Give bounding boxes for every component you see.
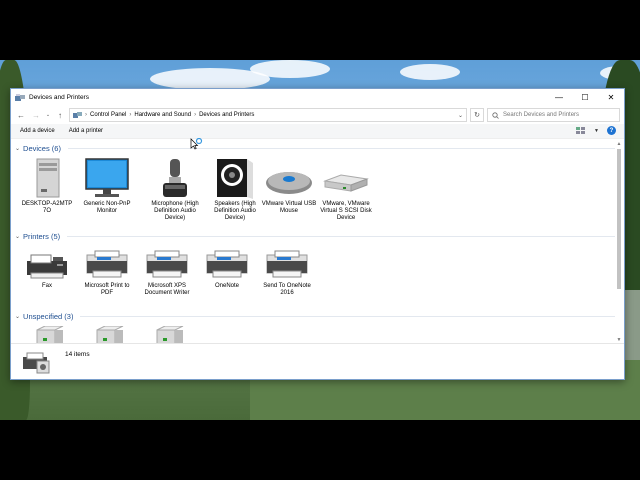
server-icon	[36, 326, 64, 343]
search-placeholder: Search Devices and Printers	[503, 112, 580, 118]
printer-item[interactable]: Microsoft Print to PDF	[79, 247, 135, 297]
search-box[interactable]: Search Devices and Printers	[487, 108, 620, 122]
breadcrumb-devices-and-printers[interactable]: Devices and Printers	[199, 112, 254, 118]
control-panel-icon	[73, 111, 82, 118]
maximize-button[interactable]: ☐	[572, 89, 598, 106]
breadcrumb-separator-icon: ›	[85, 112, 87, 118]
printer-label: Send To OneNote 2016	[263, 283, 311, 296]
server-icon	[96, 326, 124, 343]
address-bar[interactable]: › Control Panel › Hardware and Sound › D…	[69, 108, 467, 122]
unspecified-device-item[interactable]	[139, 326, 195, 343]
refresh-icon[interactable]: ↻	[470, 108, 484, 122]
forward-arrow-icon[interactable]: →	[30, 108, 42, 122]
printer-label: OneNote	[214, 283, 239, 289]
title-bar[interactable]: Devices and Printers — ☐ ✕	[11, 89, 624, 106]
add-device-button[interactable]: Add a device	[20, 128, 55, 134]
breadcrumb-separator-icon: ›	[129, 112, 132, 118]
add-printer-button[interactable]: Add a printer	[69, 128, 103, 134]
group-header-unspecified[interactable]: ⌄ Unspecified (3)	[15, 312, 615, 321]
devices-and-printers-window: Devices and Printers — ☐ ✕ ← → ⌄ ↑ › Con…	[10, 88, 625, 380]
address-row: ← → ⌄ ↑ › Control Panel › Hardware and S…	[11, 106, 624, 124]
breadcrumb-hardware-and-sound[interactable]: Hardware and Sound	[134, 112, 191, 118]
busy-cursor-icon	[190, 138, 203, 150]
breadcrumb-separator-icon: ›	[194, 112, 197, 118]
address-dropdown-chevron-icon[interactable]: ⌄	[458, 112, 463, 119]
fax-icon	[27, 254, 67, 279]
collapse-chevron-icon[interactable]: ⌄	[15, 233, 20, 240]
device-label: VMware, VMware Virtual S SCSI Disk Devic…	[320, 201, 372, 221]
printer-icon	[146, 250, 188, 278]
printer-item[interactable]: OneNote	[199, 247, 255, 290]
printer-icon	[206, 250, 248, 278]
status-bar: 14 items	[11, 343, 624, 379]
device-label: DESKTOP-A2MTP 7O	[21, 201, 73, 214]
printer-item[interactable]: Microsoft XPS Document Writer	[139, 247, 195, 297]
device-label: VMware Virtual USB Mouse	[261, 201, 317, 214]
collapse-chevron-icon[interactable]: ⌄	[15, 145, 20, 152]
printer-label: Microsoft Print to PDF	[84, 283, 130, 296]
item-count: 14 items	[65, 351, 90, 358]
command-bar: Add a device Add a printer ▼ ?	[11, 124, 624, 139]
computer-icon	[36, 158, 60, 198]
minimize-button[interactable]: —	[546, 89, 572, 106]
group-header-printers[interactable]: ⌄ Printers (5)	[15, 232, 615, 241]
devices-status-icon	[23, 352, 50, 373]
device-label: Microphone (High Definition Audio Device…	[151, 201, 199, 221]
printer-icon	[86, 250, 128, 278]
scroll-up-arrow-icon[interactable]: ▲	[616, 141, 622, 147]
monitor-icon	[85, 158, 129, 197]
view-dropdown-chevron-icon[interactable]: ▼	[594, 128, 599, 134]
group-header-devices[interactable]: ⌄ Devices (6)	[15, 144, 615, 153]
unspecified-device-item[interactable]	[19, 326, 75, 343]
close-button[interactable]: ✕	[598, 89, 624, 106]
device-item[interactable]: DESKTOP-A2MTP 7O	[19, 157, 75, 215]
printer-label: Fax	[41, 283, 52, 289]
server-icon	[156, 326, 184, 343]
printer-item[interactable]: Send To OneNote 2016	[259, 247, 315, 297]
back-arrow-icon[interactable]: ←	[15, 108, 27, 122]
device-item[interactable]: VMware, VMware Virtual S SCSI Disk Devic…	[318, 157, 374, 222]
window-title: Devices and Printers	[29, 94, 89, 101]
scrollbar-thumb[interactable]	[617, 149, 621, 289]
microphone-icon	[163, 159, 187, 197]
printer-label: Microsoft XPS Document Writer	[144, 283, 190, 296]
device-item[interactable]: VMware Virtual USB Mouse	[261, 157, 317, 215]
screen: Devices and Printers — ☐ ✕ ← → ⌄ ↑ › Con…	[0, 0, 640, 480]
printer-item[interactable]: Fax	[19, 247, 75, 290]
device-item[interactable]: Generic Non-PnP Monitor	[79, 157, 135, 215]
device-label: Speakers (High Definition Audio Device)	[214, 201, 256, 221]
up-arrow-icon[interactable]: ↑	[54, 108, 66, 122]
speaker-icon	[217, 159, 253, 199]
recent-locations-chevron-icon[interactable]: ⌄	[45, 108, 51, 122]
vertical-scrollbar[interactable]: ▲ ▼	[616, 141, 622, 343]
device-item[interactable]: Microphone (High Definition Audio Device…	[147, 157, 203, 222]
breadcrumb-control-panel[interactable]: Control Panel	[90, 112, 126, 118]
mouse-icon	[266, 172, 312, 194]
printer-icon	[266, 250, 308, 278]
unspecified-device-item[interactable]	[79, 326, 135, 343]
help-icon[interactable]: ?	[607, 126, 616, 135]
change-view-icon[interactable]	[576, 127, 586, 134]
device-list-area: ⌄ Devices (6) DESKTOP-A2MTP 7O Generic N…	[11, 141, 616, 343]
collapse-chevron-icon[interactable]: ⌄	[15, 313, 20, 320]
devices-printers-app-icon	[15, 93, 25, 101]
search-icon	[492, 111, 499, 119]
disk-icon	[323, 174, 369, 192]
device-label: Generic Non-PnP Monitor	[83, 201, 131, 214]
device-item[interactable]: Speakers (High Definition Audio Device)	[207, 157, 263, 222]
